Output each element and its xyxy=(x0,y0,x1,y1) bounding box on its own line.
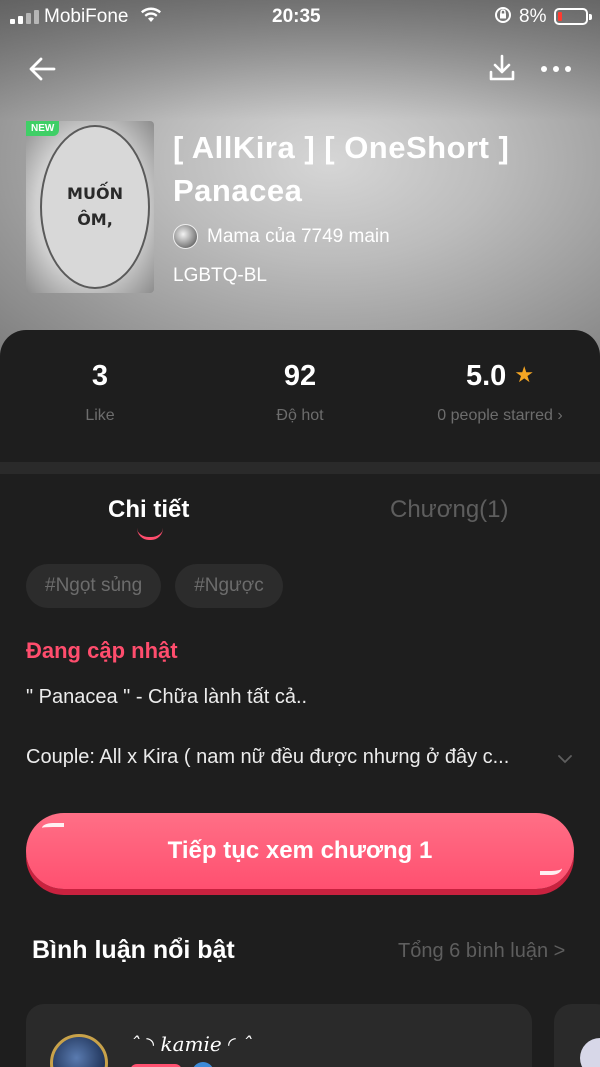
hot-stat: 92 Độ hot xyxy=(200,360,400,425)
signal-icon xyxy=(10,10,39,24)
verified-badge-icon xyxy=(192,1062,214,1067)
tab-chapters[interactable]: Chương(1) xyxy=(390,496,509,524)
button-gloss xyxy=(42,823,64,833)
likes-label: Like xyxy=(85,407,115,424)
active-tab-indicator xyxy=(137,528,163,540)
cover-image: MUỐN ÔM, xyxy=(26,121,154,293)
update-status: Đang cập nhật xyxy=(26,638,178,663)
wifi-icon xyxy=(140,6,162,30)
likes-stat: 3 Like xyxy=(0,360,200,425)
hot-value: 92 xyxy=(283,360,317,392)
description-line: " Panacea " - Chữa lành tất cả.. xyxy=(26,686,308,708)
description-line[interactable]: Couple: All x Kira ( nam nữ đều được như… xyxy=(26,746,556,769)
rating-value: 5.0 xyxy=(465,360,507,392)
author-name: Mama của 7749 main xyxy=(207,225,390,247)
genre-label[interactable]: LGBTQ-BL xyxy=(173,265,267,287)
rotation-lock-icon xyxy=(494,6,512,30)
rating-value-row: 5.0 ★ xyxy=(400,360,600,393)
rating-stat[interactable]: 5.0 ★ 0 people starred › xyxy=(400,360,600,425)
download-icon xyxy=(489,54,515,81)
commenter-avatar xyxy=(50,1034,108,1067)
back-button[interactable] xyxy=(26,52,60,86)
status-bar: MobiFone 20:35 8% xyxy=(0,0,600,34)
tag-chip[interactable]: #Ngược xyxy=(175,564,283,608)
new-badge: NEW xyxy=(26,121,60,136)
hot-label: Độ hot xyxy=(276,407,324,424)
more-options-button[interactable] xyxy=(538,52,574,84)
title-line: [ AllKira ] [ OneShort ] xyxy=(173,130,510,165)
section-divider xyxy=(0,462,600,474)
top-nav xyxy=(0,50,600,86)
author-row[interactable]: Mama của 7749 main xyxy=(173,224,390,249)
commenter-avatar xyxy=(580,1038,600,1067)
story-header: MobiFone 20:35 8% MUỐN ÔM, NEW [ AllKira… xyxy=(0,0,600,360)
story-title: [ AllKira ] [ OneShort ] Panacea xyxy=(173,126,573,212)
clock: 20:35 xyxy=(272,6,321,27)
author-avatar xyxy=(173,224,198,249)
arrow-left-icon xyxy=(29,57,56,81)
battery-percent: 8% xyxy=(519,6,547,27)
tab-details[interactable]: Chi tiết xyxy=(108,496,189,524)
commenter-name: ˆ ͏◝ kamie ◜ ˆ xyxy=(130,1032,253,1056)
more-dots-icon xyxy=(541,66,571,72)
continue-reading-label: Tiếp tục xem chương 1 xyxy=(167,837,433,864)
comments-heading: Bình luận nổi bật xyxy=(32,936,235,964)
stats-row: 3 Like 92 Độ hot 5.0 ★ 0 people starred … xyxy=(0,330,600,462)
cover-text: MUỐN xyxy=(67,184,123,204)
title-line: Panacea xyxy=(173,173,303,208)
continue-reading-button[interactable]: Tiếp tục xem chương 1 xyxy=(26,813,574,889)
tag-list: #Ngọt sủng #Ngược xyxy=(26,564,283,608)
button-gloss xyxy=(540,861,562,875)
comment-card[interactable]: ˆ ͏◝ kamie ◜ ˆ xyxy=(26,1004,532,1067)
download-button[interactable] xyxy=(486,52,518,84)
cover-speech-bubble: MUỐN ÔM, xyxy=(40,125,150,289)
star-icon: ★ xyxy=(514,362,535,387)
tag-chip[interactable]: #Ngọt sủng xyxy=(26,564,162,608)
comments-total-link[interactable]: Tổng 6 bình luận > xyxy=(398,940,565,963)
battery-icon xyxy=(554,8,592,25)
chevron-down-icon[interactable] xyxy=(556,750,574,768)
tab-bar: Chi tiết Chương(1) xyxy=(0,488,600,548)
rating-label: 0 people starred › xyxy=(437,407,563,424)
carrier-name: MobiFone xyxy=(44,6,129,27)
comment-card[interactable] xyxy=(554,1004,600,1067)
cover-text: ÔM, xyxy=(77,210,113,229)
content-panel: 3 Like 92 Độ hot 5.0 ★ 0 people starred … xyxy=(0,330,600,1067)
likes-value: 3 xyxy=(91,360,109,392)
